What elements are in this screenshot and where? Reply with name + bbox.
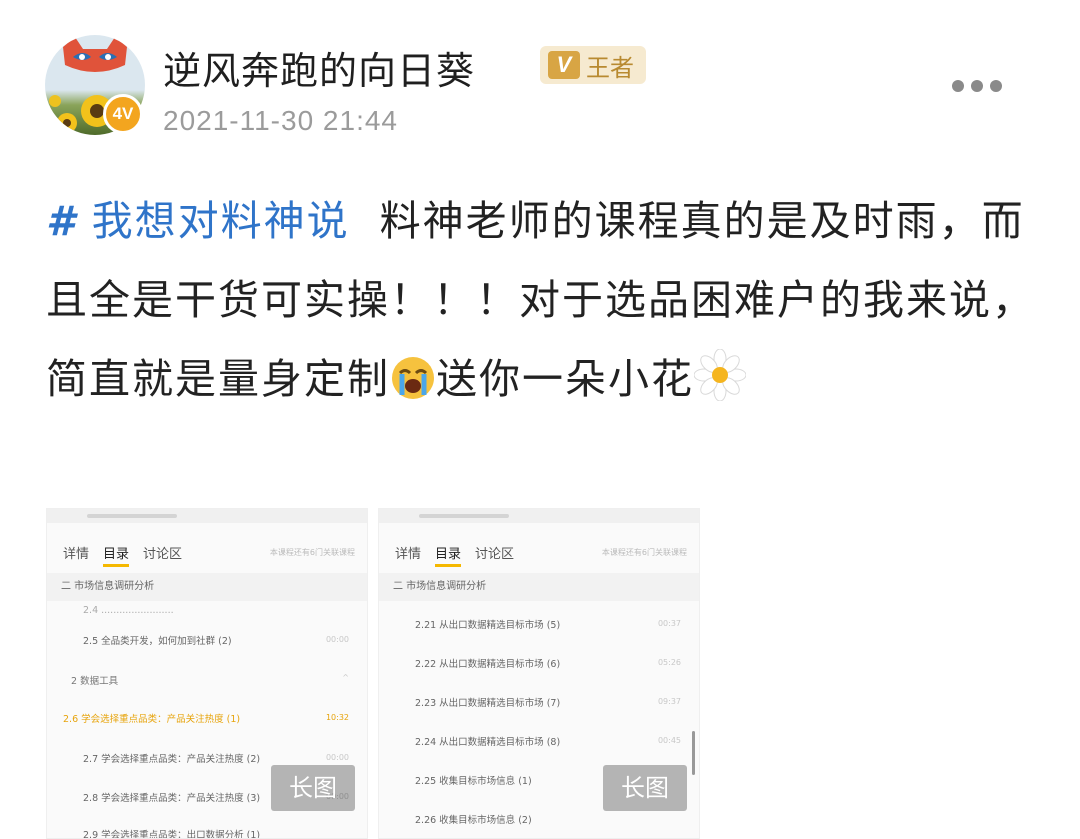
more-dot-icon [971,80,983,92]
tab-details: 详情 [395,547,422,562]
course-tabs: 详情 目录 讨论区 [63,543,182,567]
lesson-duration: 00:37 [657,619,681,628]
lesson-row: 2.25 收集目标市场信息 (1) [415,776,532,787]
more-dot-icon [952,80,964,92]
vip-level-label: 王者 [586,53,634,82]
lesson-duration: 00:45 [657,736,681,745]
lesson-row: 2.8 学会选择重点品类：产品关注热度 (3) [83,793,261,804]
lesson-duration: 00:00 [325,635,349,644]
section-header: 二 市场信息调研分析 [379,573,699,601]
post-content: # 我想对料神说 料神老师的课程真的是及时雨，而且全是干货可实操！！！对于选品困… [46,182,1036,427]
lesson-row: 2.21 从出口数据精选目标市场 (5) [415,620,561,631]
lesson-row: 2.23 从出口数据精选目标市场 (7) [415,698,561,709]
lesson-row: 2.7 学会选择重点品类：产品关注热度 (2) [83,754,261,765]
topic-link[interactable]: 我想对料神说 [92,197,350,245]
post-text-part2: 送你一朵小花 [436,355,694,403]
image-status-bar [379,509,699,523]
topic-hash-icon: # [46,197,77,245]
lesson-row: 2.4 ........................ [83,605,174,616]
collapse-chevron-icon: ^ [342,673,349,682]
lesson-row: 2.22 从出口数据精选目标市场 (6) [415,659,561,670]
lesson-duration: 00:00 [325,753,349,762]
related-course-hint: 本课程还有6门关联课程 [601,548,687,557]
long-image-tag: 长图 [603,765,687,811]
more-dot-icon [990,80,1002,92]
author-name[interactable]: 逆风奔跑的向日葵 [163,40,475,95]
section-header: 二 市场信息调研分析 [47,573,367,601]
lesson-duration: 09:37 [657,697,681,706]
lesson-duration: 05:26 [657,658,681,667]
more-options-button[interactable] [952,76,1012,96]
daisy-icon [693,348,747,427]
lesson-row-active: 2.6 学会选择重点品类：产品关注热度 (1) [63,714,241,725]
long-image-tag: 长图 [271,765,355,811]
lesson-row: 2.5 全品类开发，如何加到社群 (2) [83,636,232,647]
course-tabs: 详情 目录 讨论区 [395,543,514,567]
lesson-row: 2.26 收集目标市场信息 (2) [415,815,532,826]
post-image-1[interactable]: 详情 目录 讨论区 本课程还有6门关联课程 二 市场信息调研分析 2.4 ...… [46,508,368,839]
vip-level-tag[interactable]: V 王者 [540,46,646,84]
lesson-row: 2.9 学会选择重点品类：出口数据分析 (1) [83,830,261,839]
post-image-2[interactable]: 详情 目录 讨论区 本课程还有6门关联课程 二 市场信息调研分析 2.21 从出… [378,508,700,839]
loudly-crying-face-icon [390,348,436,427]
post-timestamp: 2021-11-30 21:44 [163,105,398,136]
lesson-duration: 10:32 [325,713,349,722]
tab-catalog: 目录 [435,543,462,567]
lesson-row: 2.24 从出口数据精选目标市场 (8) [415,737,561,748]
vip-v-icon: V [548,51,580,79]
scrollbar [692,731,695,775]
tab-discussion: 讨论区 [475,547,515,562]
image-status-bar [47,509,367,523]
tab-details: 详情 [63,547,90,562]
tab-catalog: 目录 [103,543,130,567]
tab-discussion: 讨论区 [143,547,183,562]
verified-level-badge: 4V [103,94,143,134]
lesson-group: 2 数据工具 [71,676,119,687]
related-course-hint: 本课程还有6门关联课程 [269,548,355,557]
